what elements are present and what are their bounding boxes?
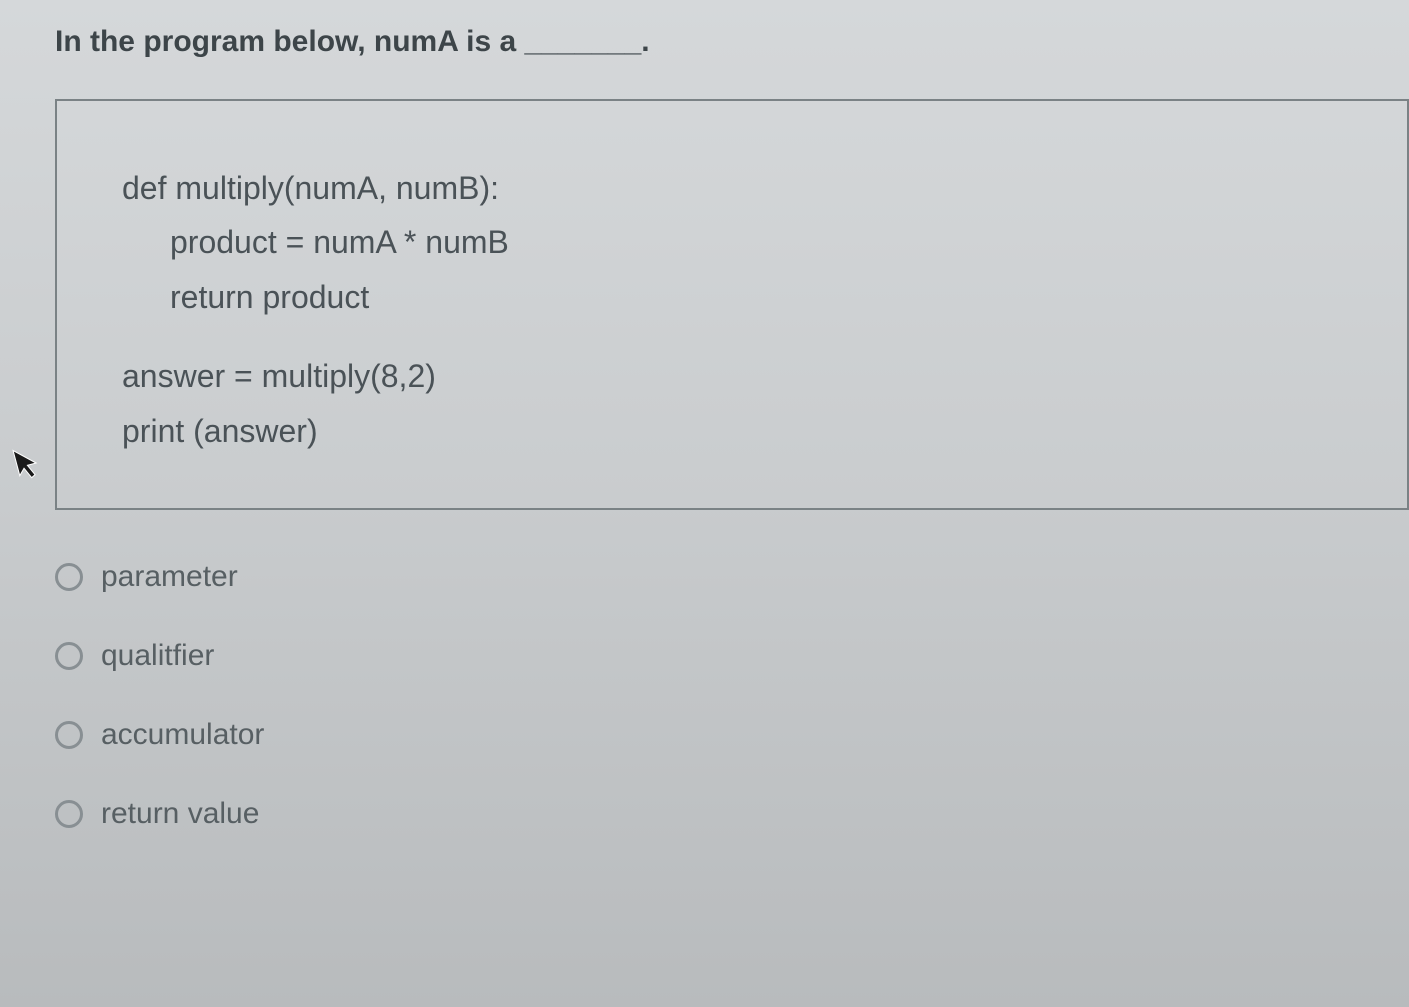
option-label: accumulator: [101, 718, 264, 752]
option-return-value[interactable]: return value: [55, 797, 1409, 831]
option-label: qualitfier: [101, 639, 214, 673]
radio-icon: [55, 800, 83, 828]
option-accumulator[interactable]: accumulator: [55, 718, 1409, 752]
code-line-1: def multiply(numA, numB):: [122, 161, 1362, 215]
radio-icon: [55, 721, 83, 749]
code-line-4: answer = multiply(8,2): [122, 349, 1362, 403]
code-block: def multiply(numA, numB): product = numA…: [55, 99, 1409, 510]
code-line-2: product = numA * numB: [122, 215, 1362, 269]
option-parameter[interactable]: parameter: [55, 560, 1409, 594]
radio-icon: [55, 563, 83, 591]
option-label: parameter: [101, 560, 238, 594]
code-line-3: return product: [122, 270, 1362, 324]
radio-icon: [55, 642, 83, 670]
question-prompt: In the program below, numA is a _______.: [55, 25, 1409, 59]
code-line-5: print (answer): [122, 404, 1362, 458]
option-qualitfier[interactable]: qualitfier: [55, 639, 1409, 673]
cursor-icon: [10, 442, 49, 493]
option-label: return value: [101, 797, 259, 831]
answer-options: parameter qualitfier accumulator return …: [55, 560, 1409, 831]
